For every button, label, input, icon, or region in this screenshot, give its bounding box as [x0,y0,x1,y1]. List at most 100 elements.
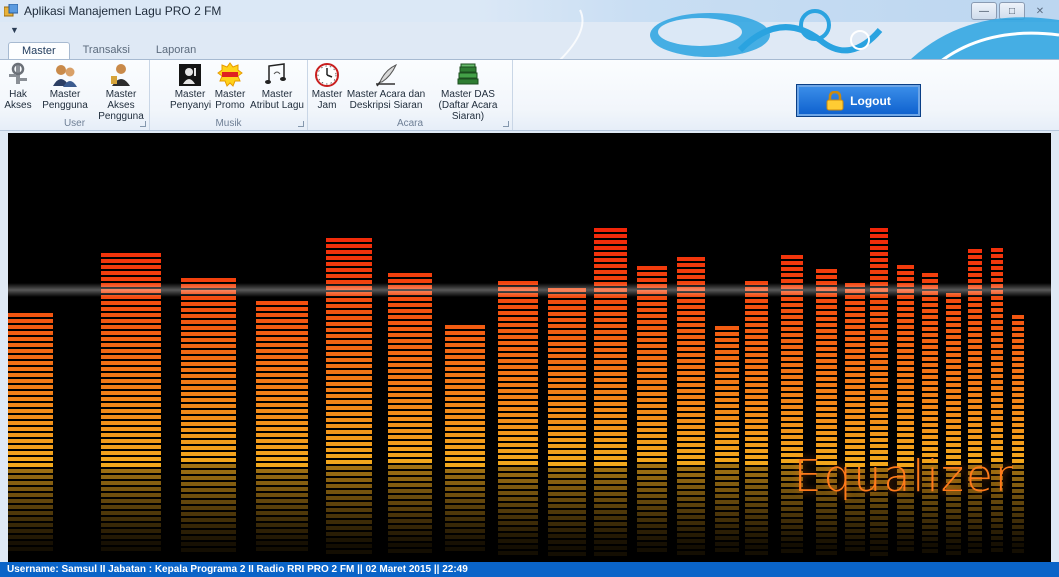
equalizer-segment [870,276,888,280]
equalizer-segment [870,438,888,442]
equalizer-segment [637,314,667,318]
equalizer-segment [548,306,586,310]
master-acara-button[interactable]: Master Acara dan Deskripsi Siaran [346,62,426,111]
equalizer-segment [326,406,372,410]
master-pengguna-button[interactable]: Master Pengguna [40,62,90,111]
equalizer-segment [8,337,53,341]
master-promo-button[interactable]: Master Promo [213,62,247,111]
equalizer-segment [897,415,914,419]
equalizer-segment [326,436,372,440]
hak-akses-button[interactable]: Hak Akses [0,62,36,111]
equalizer-segment [715,332,739,336]
equalizer-segment [816,329,837,333]
quick-access-dropdown[interactable]: ▼ [10,25,24,37]
equalizer-segment [498,359,538,363]
equalizer-segment [991,260,1003,264]
equalizer-segment [498,419,538,423]
equalizer-segment [445,445,485,449]
equalizer-segment [968,381,982,385]
equalizer-segment [498,467,538,471]
equalizer-segment [1012,357,1024,361]
equalizer-segment [745,419,768,423]
equalizer-segment [870,444,888,448]
group-launcher-acara[interactable] [503,121,509,127]
equalizer-segment [968,375,982,379]
equalizer-segment [181,380,236,384]
equalizer-segment [715,434,739,438]
equalizer-segment [101,259,161,263]
equalizer-segment [326,352,372,356]
equalizer-segment [991,248,1003,252]
equalizer-segment [745,425,768,429]
equalizer-segment [745,395,768,399]
equalizer-segment [946,311,961,315]
equalizer-segment [637,530,667,534]
equalizer-segment [594,240,627,244]
equalizer-segment [677,269,705,273]
equalizer-segment [922,375,938,379]
equalizer-segment [594,384,627,388]
equalizer-segment [922,273,938,277]
equalizer-segment [388,303,432,307]
equalizer-segment [181,548,236,552]
equalizer-segment [845,373,865,377]
equalizer-segment [548,342,586,346]
master-das-button[interactable]: Master DAS (Daftar Acara Siaran) [428,62,508,122]
equalizer-segment [256,499,308,503]
equalizer-segment [968,339,982,343]
master-jam-button[interactable]: Master Jam [310,62,344,111]
equalizer-segment [816,383,837,387]
equalizer-segment [715,524,739,528]
group-launcher-user[interactable] [140,121,146,127]
equalizer-segment [256,445,308,449]
equalizer-segment [256,325,308,329]
equalizer-segment [326,274,372,278]
equalizer-segment [816,401,837,405]
equalizer-segment [445,451,485,455]
ribbon-tabs: Master Transaksi Laporan [8,42,209,61]
tab-transaksi[interactable]: Transaksi [70,42,143,60]
equalizer-segment [745,323,768,327]
equalizer-segment [326,370,372,374]
equalizer-segment [816,377,837,381]
equalizer-segment [677,527,705,531]
equalizer-segment [498,437,538,441]
logout-button[interactable]: Logout [796,84,921,117]
equalizer-segment [181,506,236,510]
equalizer-segment [968,387,982,391]
equalizer-segment [8,403,53,407]
group-launcher-musik[interactable] [298,121,304,127]
equalizer-segment [256,463,308,467]
master-atribut-lagu-button[interactable]: Master Atribut Lagu [250,62,304,111]
equalizer-segment [677,497,705,501]
equalizer-segment [845,415,865,419]
equalizer-segment [8,469,53,473]
equalizer-segment [594,342,627,346]
logout-label: Logout [850,93,891,108]
equalizer-segment [181,542,236,546]
equalizer-segment [637,398,667,402]
equalizer-segment [816,365,837,369]
equalizer-segment [8,427,53,431]
equalizer-segment [637,374,667,378]
equalizer-segment [870,390,888,394]
equalizer-segment [781,315,803,319]
tab-laporan[interactable]: Laporan [143,42,209,60]
equalizer-segment [548,312,586,316]
equalizer-segment [745,359,768,363]
equalizer-segment [845,421,865,425]
master-penyanyi-button[interactable]: Master Penyanyi [170,62,211,111]
equalizer-segment [388,411,432,415]
equalizer-segment [548,414,586,418]
equalizer-segment [594,456,627,460]
equalizer-segment [677,485,705,489]
equalizer-segment [845,535,865,539]
equalizer-segment [897,349,914,353]
equalizer-segment [922,417,938,421]
equalizer-segment [968,537,982,541]
equalizer-segment [548,330,586,334]
equalizer-segment [181,476,236,480]
master-akses-pengguna-button[interactable]: Master Akses Pengguna [94,62,148,122]
equalizer-segment [548,300,586,304]
equalizer-segment [8,355,53,359]
